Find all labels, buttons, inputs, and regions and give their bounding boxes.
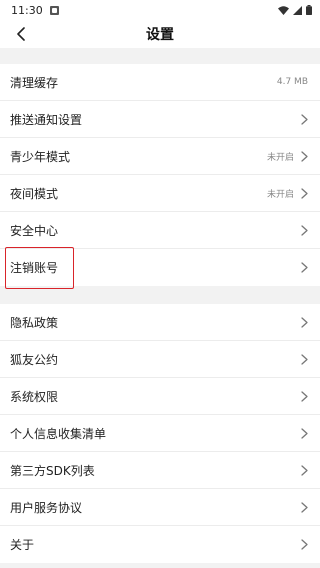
row-label: 安全中心 [10,223,59,238]
row-value: 未开启 [266,152,294,163]
row-label: 第三方SDK列表 [10,463,95,478]
third-party-sdk-row[interactable]: 第三方SDK列表 [0,452,320,489]
push-notification-row[interactable]: 推送通知设置 [0,101,320,138]
row-label: 清理缓存 [10,75,59,90]
row-right [300,224,308,236]
chevron-right-icon [300,150,308,162]
delete-account-row[interactable]: 注销账号 [0,249,320,286]
row-right: 未开启 [267,187,308,200]
page-title: 设置 [146,27,174,43]
row-right [300,262,308,273]
row-label: 推送通知设置 [10,112,83,127]
user-agreement-row[interactable]: 用户服务协议 [0,489,320,526]
clear-cache-row[interactable]: 清理缓存 4.7 MB [0,64,320,101]
chevron-right-icon [300,316,308,328]
notification-icon [49,5,59,15]
row-label: 隐私政策 [10,315,59,330]
status-left: 11:30 [11,4,59,17]
row-value: 4.7 MB [276,77,308,87]
chevron-right-icon [300,501,308,513]
system-permissions-row[interactable]: 系统权限 [0,378,320,415]
privacy-policy-row[interactable]: 隐私政策 [0,304,320,341]
row-label: 关于 [10,538,35,552]
row-label: 系统权限 [10,389,59,404]
row-value: 未开启 [266,189,294,200]
row-label: 夜间模式 [10,186,59,201]
back-button[interactable] [12,25,30,43]
row-right [300,113,308,125]
row-right: 未开启 [267,150,308,163]
teen-mode-row[interactable]: 青少年模式 未开启 [0,138,320,175]
status-right [278,5,312,15]
chevron-right-icon [300,390,308,402]
row-right: 4.7 MB [277,77,308,87]
chevron-right-icon [300,427,308,439]
row-right [300,501,308,513]
signal-icon [293,5,302,15]
chevron-right-icon [300,187,308,199]
row-right [300,464,308,476]
chevron-right-icon [300,113,308,125]
chevron-right-icon [300,262,308,273]
chevron-right-icon [300,464,308,476]
row-right [300,427,308,439]
row-right [300,390,308,402]
row-right [300,539,308,550]
row-label: 个人信息收集清单 [10,426,107,441]
chevron-right-icon [300,353,308,365]
status-time: 11:30 [11,3,43,17]
chevron-left-icon [17,27,25,41]
wifi-icon [278,5,289,15]
row-label: 青少年模式 [10,149,71,164]
community-rules-row[interactable]: 狐友公约 [0,341,320,378]
about-row[interactable]: 关于 [0,526,320,563]
row-label: 用户服务协议 [10,500,83,515]
night-mode-row[interactable]: 夜间模式 未开启 [0,175,320,212]
security-center-row[interactable]: 安全中心 [0,212,320,249]
chevron-right-icon [300,539,308,550]
app-bar: 设置 [0,20,320,48]
status-bar: 11:30 [0,0,320,20]
row-right [300,353,308,365]
row-label: 注销账号 [10,261,59,275]
settings-group-general: 清理缓存 4.7 MB 推送通知设置 青少年模式 未开启 夜间模式 未开启 安全中心 注销账号 [0,64,320,286]
battery-icon [306,5,312,15]
chevron-right-icon [300,224,308,236]
row-right [300,316,308,328]
row-label: 狐友公约 [10,352,59,367]
settings-group-legal: 隐私政策狐友公约系统权限个人信息收集清单 第三方SDK列表 用户服务协议 关于 [0,304,320,563]
personal-info-list-row[interactable]: 个人信息收集清单 [0,415,320,452]
